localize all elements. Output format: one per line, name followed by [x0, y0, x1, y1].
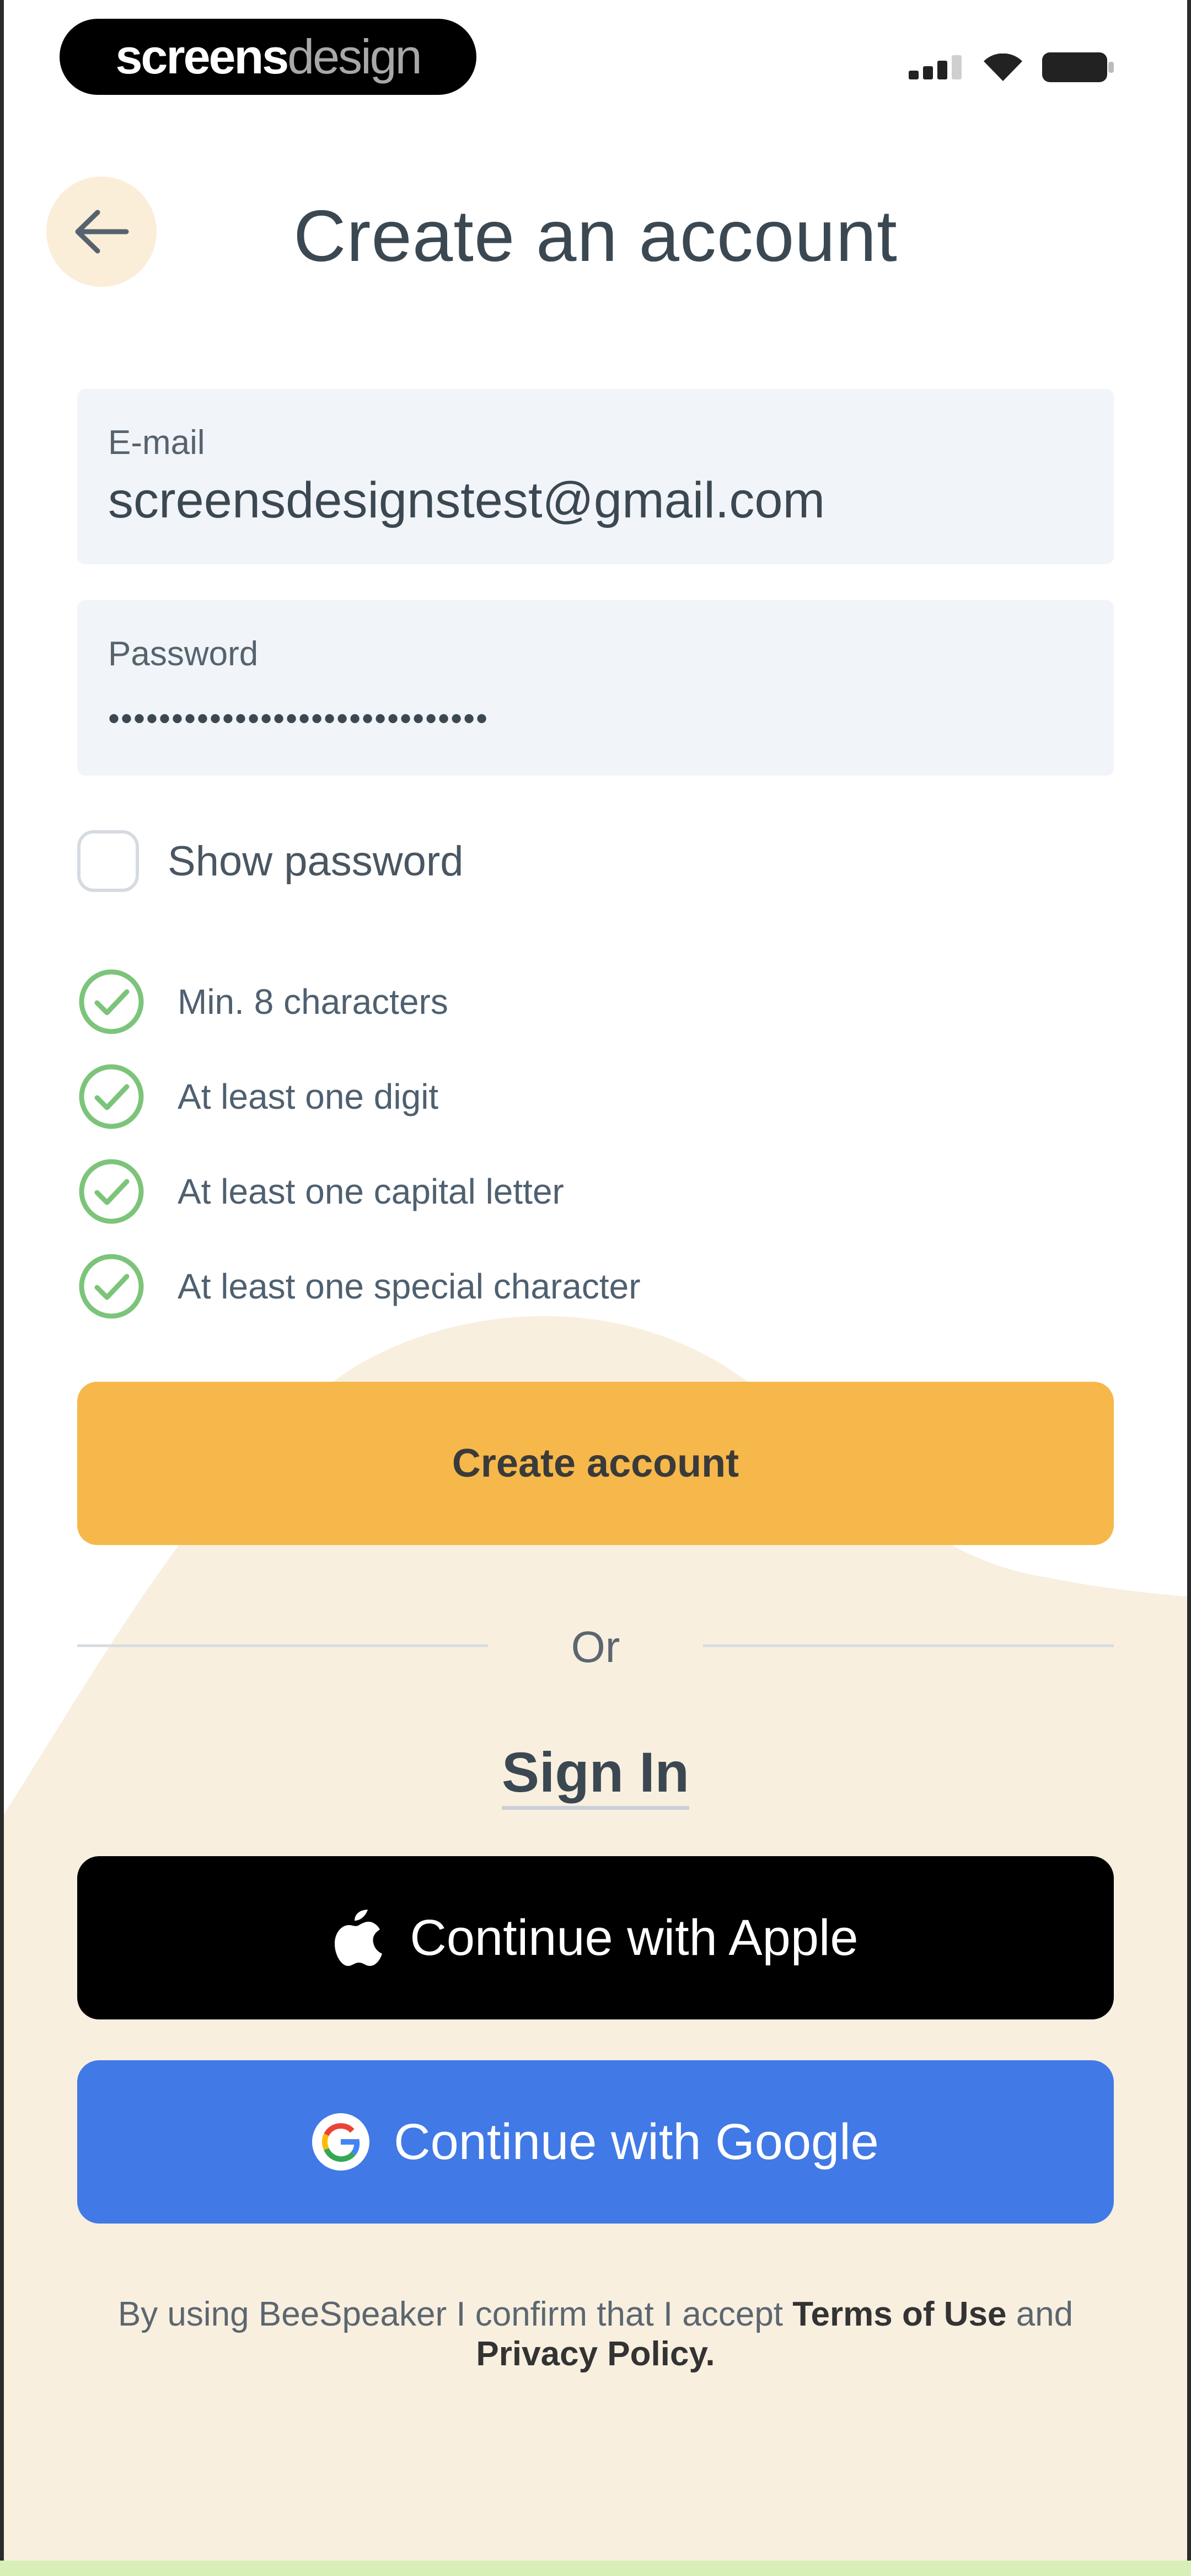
show-password-label: Show password [168, 837, 464, 885]
or-label: Or [571, 1622, 620, 1671]
brand-text-secondary: design [287, 29, 422, 84]
legal-suffix: . [705, 2335, 715, 2373]
email-value[interactable]: screensdesignstest@gmail.com [108, 472, 825, 530]
device-frame-left [0, 0, 4, 2576]
sign-in-link[interactable]: Sign In [502, 1741, 689, 1810]
requirement-item: At least one capital letter [77, 1144, 641, 1239]
check-circle-icon [79, 1064, 144, 1129]
requirement-text: Min. 8 characters [178, 982, 448, 1022]
show-password-checkbox[interactable] [77, 830, 139, 892]
legal-prefix: By using BeeSpeaker I confirm that I acc… [117, 2295, 793, 2333]
device-frame-right [1187, 0, 1191, 2576]
legal-and: and [1006, 2295, 1074, 2333]
email-label: E-mail [108, 424, 205, 462]
apple-icon [335, 1910, 383, 1966]
show-password-toggle[interactable]: Show password [77, 830, 464, 892]
requirement-text: At least one capital letter [178, 1172, 564, 1211]
password-label: Password [108, 635, 259, 673]
requirement-item: At least one special character [77, 1239, 641, 1334]
status-bar: screens design [0, 0, 1191, 116]
check-circle-icon [79, 1159, 144, 1224]
check-circle-icon [79, 969, 144, 1034]
google-icon [312, 2113, 370, 2171]
terms-of-use-link[interactable]: Terms of Use [792, 2295, 1006, 2333]
status-icons [909, 52, 1114, 82]
brand-text-primary: screens [115, 29, 289, 84]
page-title: Create an account [293, 195, 898, 276]
requirement-text: At least one digit [178, 1077, 439, 1116]
brand-logo: screens design [60, 19, 476, 95]
password-requirements: Min. 8 characters At least one digit At … [77, 954, 641, 1334]
sign-in-link-row: Sign In [0, 1740, 1191, 1810]
continue-with-apple-button[interactable]: Continue with Apple [77, 1856, 1114, 2019]
requirement-text: At least one special character [178, 1266, 641, 1306]
privacy-policy-link[interactable]: Privacy Policy [476, 2335, 705, 2373]
legal-text: By using BeeSpeaker I confirm that I acc… [83, 2295, 1108, 2374]
apple-button-label: Continue with Apple [410, 1909, 859, 1966]
requirement-item: At least one digit [77, 1049, 641, 1144]
requirement-item: Min. 8 characters [77, 954, 641, 1049]
password-field[interactable]: Password •••••••••••••••••••••••••••••• [77, 600, 1114, 776]
email-field[interactable]: E-mail screensdesignstest@gmail.com [77, 389, 1114, 564]
wifi-icon [984, 54, 1022, 81]
battery-icon [1042, 52, 1114, 82]
google-button-label: Continue with Google [394, 2113, 879, 2170]
continue-with-google-button[interactable]: Continue with Google [77, 2060, 1114, 2224]
create-account-button[interactable]: Create account [77, 1382, 1114, 1545]
check-circle-icon [79, 1254, 144, 1319]
signal-icon [909, 55, 962, 79]
bottom-strip [0, 2561, 1191, 2576]
password-value[interactable]: •••••••••••••••••••••••••••••• [108, 699, 489, 737]
